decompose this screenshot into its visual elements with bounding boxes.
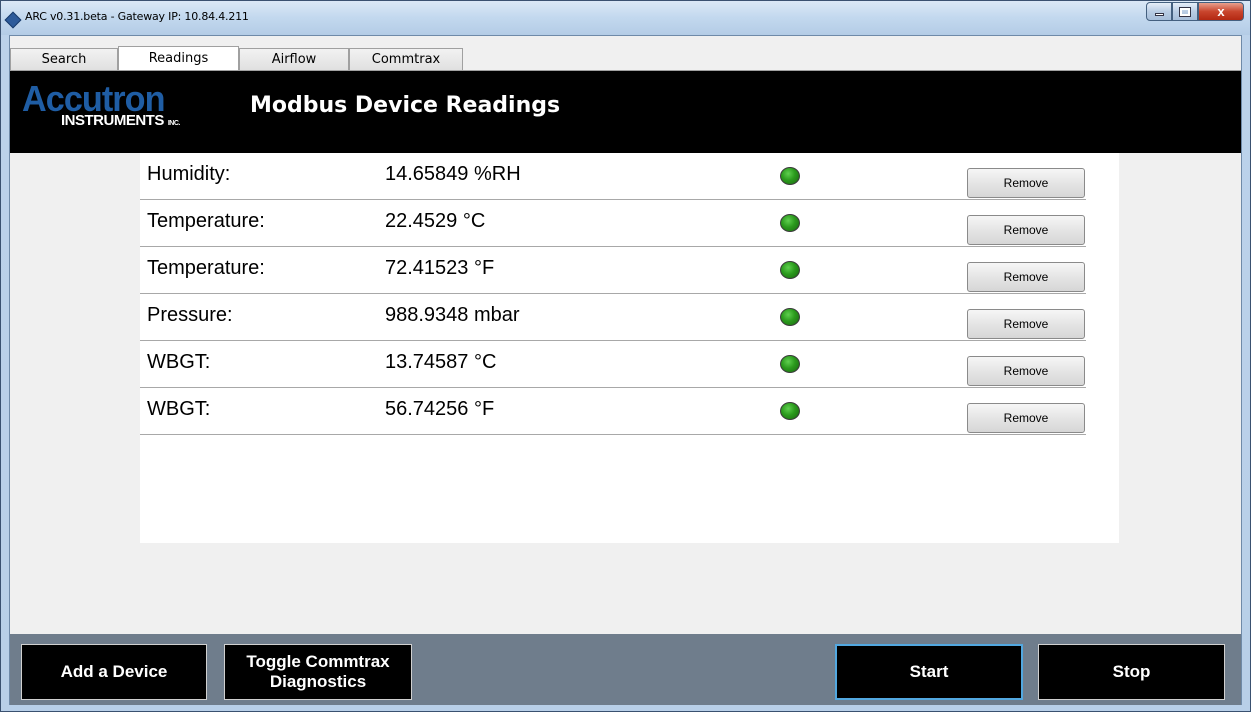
reading-label: Temperature: [147, 257, 265, 279]
remove-button[interactable]: Remove [967, 309, 1085, 339]
tab-search[interactable]: Search [10, 48, 118, 70]
toggle-button-line2: Diagnostics [269, 672, 367, 691]
window-controls: x [1146, 2, 1244, 21]
reading-value: 56.74256 °F [385, 398, 495, 420]
readings-list: Humidity: 14.65849 %RH Remove Temperatur… [140, 153, 1119, 543]
readings-tab-panel: Accutron INSTRUMENTS INC. Modbus Device R… [10, 70, 1241, 705]
reading-row: Temperature: 22.4529 °C Remove [140, 200, 1086, 247]
remove-button[interactable]: Remove [967, 356, 1085, 386]
toggle-button-line1: Toggle Commtrax [246, 652, 390, 671]
reading-label: Temperature: [147, 210, 265, 232]
client-area: Search Readings Airflow Commtrax Accutro… [9, 35, 1242, 705]
logo-instruments-text: INSTRUMENTS [61, 112, 164, 129]
command-bar: Add a Device Toggle Commtrax Diagnostics… [10, 634, 1241, 705]
reading-value: 14.65849 %RH [385, 163, 521, 185]
minimize-button[interactable] [1146, 2, 1172, 21]
remove-button[interactable]: Remove [967, 215, 1085, 245]
reading-row: Pressure: 988.9348 mbar Remove [140, 294, 1086, 341]
reading-row: WBGT: 56.74256 °F Remove [140, 388, 1086, 435]
reading-row: Humidity: 14.65849 %RH Remove [140, 153, 1086, 200]
reading-row: WBGT: 13.74587 °C Remove [140, 341, 1086, 388]
toggle-commtrax-diagnostics-button[interactable]: Toggle Commtrax Diagnostics [224, 644, 412, 700]
reading-label: WBGT: [147, 351, 211, 373]
close-icon: x [1217, 4, 1225, 19]
reading-value: 22.4529 °C [385, 210, 486, 232]
reading-label: Humidity: [147, 163, 231, 185]
tab-airflow[interactable]: Airflow [239, 48, 349, 70]
stop-button[interactable]: Stop [1038, 644, 1225, 700]
reading-label: WBGT: [147, 398, 211, 420]
start-button[interactable]: Start [835, 644, 1023, 700]
maximize-icon [1179, 6, 1191, 17]
tab-strip: Search Readings Airflow Commtrax [10, 46, 463, 70]
reading-row: Temperature: 72.41523 °F Remove [140, 247, 1086, 294]
reading-value: 988.9348 mbar [385, 304, 520, 326]
status-indicator-icon [780, 214, 800, 232]
status-indicator-icon [780, 355, 800, 373]
add-device-button[interactable]: Add a Device [21, 644, 207, 700]
logo-subtitle: INSTRUMENTS INC. [61, 112, 180, 129]
tab-readings[interactable]: Readings [118, 46, 239, 70]
company-logo: Accutron INSTRUMENTS INC. [22, 81, 232, 141]
logo-inc-text: INC. [167, 120, 181, 127]
app-icon [4, 11, 22, 29]
maximize-button[interactable] [1172, 2, 1198, 21]
reading-value: 13.74587 °C [385, 351, 497, 373]
status-indicator-icon [780, 308, 800, 326]
reading-value: 72.41523 °F [385, 257, 495, 279]
remove-button[interactable]: Remove [967, 403, 1085, 433]
tab-commtrax[interactable]: Commtrax [349, 48, 463, 70]
title-bar[interactable]: ARC v0.31.beta - Gateway IP: 10.84.4.211… [1, 1, 1250, 35]
close-button[interactable]: x [1198, 2, 1244, 21]
remove-button[interactable]: Remove [967, 262, 1085, 292]
status-indicator-icon [780, 261, 800, 279]
status-indicator-icon [780, 402, 800, 420]
status-indicator-icon [780, 167, 800, 185]
window-title: ARC v0.31.beta - Gateway IP: 10.84.4.211 [25, 10, 249, 23]
reading-label: Pressure: [147, 304, 233, 326]
minimize-icon [1154, 13, 1164, 16]
page-title: Modbus Device Readings [250, 93, 561, 118]
header-bar: Accutron INSTRUMENTS INC. Modbus Device R… [10, 71, 1241, 153]
app-window: ARC v0.31.beta - Gateway IP: 10.84.4.211… [0, 0, 1251, 712]
remove-button[interactable]: Remove [967, 168, 1085, 198]
